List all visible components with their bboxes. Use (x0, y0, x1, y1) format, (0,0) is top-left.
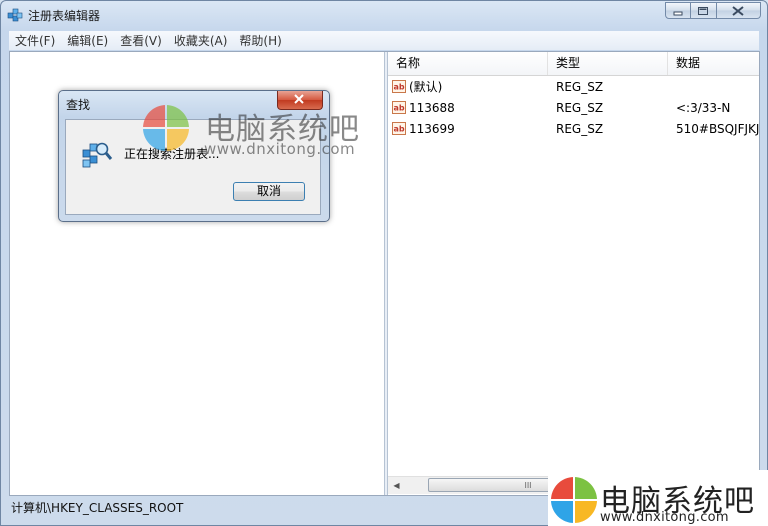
registry-search-icon (80, 138, 114, 170)
value-name-cell: ab 113688 (388, 101, 548, 115)
windows-logo-icon (551, 477, 597, 523)
menu-file[interactable]: 文件(F) (9, 32, 61, 49)
status-path: 计算机\HKEY_CLASSES_ROOT (11, 501, 184, 515)
column-header-name[interactable]: 名称 (388, 52, 548, 75)
menu-help[interactable]: 帮助(H) (233, 32, 287, 49)
column-header-data[interactable]: 数据 (668, 52, 759, 75)
svg-text:ab: ab (393, 83, 404, 92)
menu-favorites[interactable]: 收藏夹(A) (168, 32, 234, 49)
list-item[interactable]: ab 113688 REG_SZ <:3/33-N (388, 97, 759, 118)
value-type: REG_SZ (556, 121, 604, 136)
dialog-title: 查找 (66, 98, 91, 112)
value-name-cell: ab (默认) (388, 78, 548, 95)
minimize-button[interactable] (665, 2, 691, 19)
string-value-icon: ab (392, 122, 406, 135)
value-data: 510#BSQJFJKJ (676, 121, 759, 136)
string-value-icon: ab (392, 80, 406, 93)
list-header: 名称 类型 数据 (388, 52, 759, 76)
close-button[interactable] (717, 2, 761, 19)
window-title: 注册表编辑器 (28, 9, 101, 23)
list-item[interactable]: ab 113699 REG_SZ 510#BSQJFJKJ (388, 118, 759, 139)
value-type: REG_SZ (556, 79, 604, 94)
registry-app-icon (7, 8, 23, 22)
menu-edit[interactable]: 编辑(E) (61, 32, 114, 49)
close-icon (732, 6, 744, 16)
value-data: <:3/33-N (676, 100, 731, 115)
svg-text:ab: ab (393, 125, 404, 134)
value-rows: ab (默认) REG_SZ ab 113688 REG_SZ <:3/33-N… (388, 76, 759, 139)
svg-text:ab: ab (393, 104, 404, 113)
watermark-url: www.dnxitong.com (600, 510, 729, 525)
caption-buttons (665, 2, 761, 20)
list-item[interactable]: ab (默认) REG_SZ (388, 76, 759, 97)
value-name-cell: ab 113699 (388, 122, 548, 136)
value-name: 113699 (409, 121, 455, 136)
value-name: 113688 (409, 100, 455, 115)
registry-editor-window: 注册表编辑器 文件(F) 编辑(E) 查看(V) 收藏夹(A) 帮助(H) 名称… (0, 0, 768, 526)
menu-view[interactable]: 查看(V) (114, 32, 168, 49)
menu-bar: 文件(F) 编辑(E) 查看(V) 收藏夹(A) 帮助(H) (9, 31, 759, 50)
value-name: (默认) (409, 80, 443, 94)
string-value-icon: ab (392, 101, 406, 114)
maximize-icon (698, 7, 708, 15)
watermark-url: www.dnxitong.com (204, 140, 356, 158)
windows-logo-icon (143, 105, 189, 151)
minimize-icon (673, 11, 683, 16)
maximize-button[interactable] (691, 2, 717, 19)
cancel-button[interactable]: 取消 (233, 182, 305, 201)
column-header-type[interactable]: 类型 (548, 52, 668, 75)
title-bar[interactable]: 注册表编辑器 (1, 1, 767, 29)
scroll-left-icon[interactable]: ◀ (388, 477, 405, 494)
value-list-pane[interactable]: 名称 类型 数据 ab (默认) REG_SZ ab 113688 REG_SZ… (388, 52, 759, 495)
value-type: REG_SZ (556, 100, 604, 115)
